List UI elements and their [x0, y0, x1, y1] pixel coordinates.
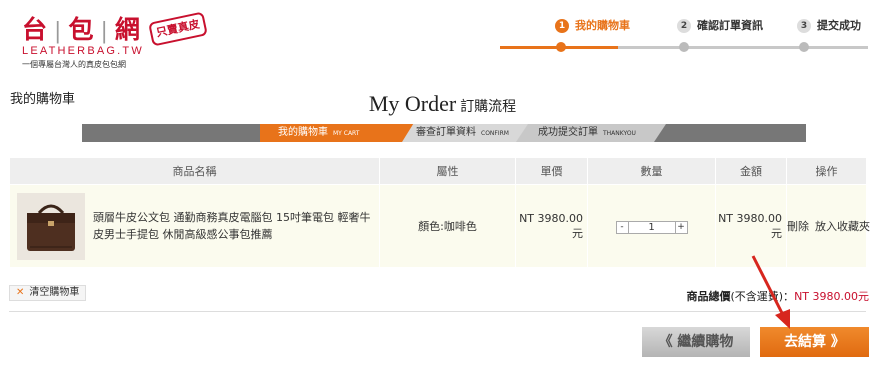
cart-table: 商品名稱 屬性 單價 數量 金額 操作 頭層牛皮公文包 通勤商務真皮電腦包 15… — [9, 157, 870, 268]
qty-decrease-button[interactable]: - — [615, 220, 629, 234]
close-icon: ✕ — [16, 287, 25, 298]
step-submitted: 3 提交成功 — [797, 17, 861, 33]
step-number: 3 — [797, 19, 811, 33]
header-quantity: 數量 — [587, 157, 716, 185]
product-cell: 頭層牛皮公文包 通勤商務真皮電腦包 15吋筆電包 輕奢牛皮男士手提包 休閒高級感… — [9, 184, 380, 268]
total-label: 商品總價 — [686, 290, 731, 303]
delete-link[interactable]: 刪除 — [787, 220, 809, 233]
product-attribute: 顏色:咖啡色 — [379, 184, 516, 268]
step-label: 我的購物車 — [575, 19, 630, 32]
quantity-stepper: - 1 + — [615, 220, 688, 234]
step-number: 2 — [677, 19, 691, 33]
progress-dot — [799, 42, 809, 52]
product-name-link[interactable]: 頭層牛皮公文包 通勤商務真皮電腦包 15吋筆電包 輕奢牛皮男士手提包 休閒高級感… — [93, 209, 373, 243]
divider — [9, 311, 866, 312]
progress-dot — [556, 42, 566, 52]
header-unit-price: 單價 — [515, 157, 588, 185]
order-process-bar: 我的購物車 MY CART 審查訂單資料 CONFIRM 成功提交訂單 THANKYO… — [82, 124, 806, 142]
continue-shopping-button[interactable]: 《 繼續購物 — [642, 327, 750, 357]
header-attribute: 屬性 — [379, 157, 516, 185]
quantity-input[interactable]: 1 — [628, 220, 675, 234]
header-actions: 操作 — [786, 157, 867, 185]
header-amount: 金額 — [715, 157, 787, 185]
progress-track — [618, 46, 868, 49]
order-title-zh: 訂購流程 — [460, 99, 517, 115]
site-logo[interactable]: 台 | 包 | 網 只賣真皮 LEATHERBAG.TW 一個專屬台灣人的真皮包包網 — [22, 10, 212, 69]
add-to-favorites-link[interactable]: 放入收藏夾 — [815, 220, 870, 233]
actions-cell: 刪除 放入收藏夾 — [786, 184, 870, 268]
step-confirm-order: 2 確認訂單資訊 — [677, 17, 763, 33]
total-amount: NT 3980.00元 — [794, 290, 869, 303]
process-step-thankyou: 成功提交訂單 THANKYOU — [516, 124, 666, 142]
logo-stamp: 只賣真皮 — [148, 11, 208, 47]
header-product-name: 商品名稱 — [9, 157, 380, 185]
table-header-row: 商品名稱 屬性 單價 數量 金額 操作 — [9, 157, 867, 185]
logo-title: 台 | 包 | 網 — [22, 15, 142, 44]
step-label: 確認訂單資訊 — [697, 19, 763, 32]
step-my-cart: 1 我的購物車 — [555, 17, 630, 33]
progress-dot — [679, 42, 689, 52]
pointer-arrow-icon — [751, 255, 790, 329]
logo-tagline: 一個專屬台灣人的真皮包包網 — [22, 60, 126, 69]
order-title: My Order 訂購流程 — [0, 91, 885, 117]
step-label: 提交成功 — [817, 19, 861, 32]
order-title-en: My Order — [368, 91, 457, 116]
unit-price: NT 3980.00元 — [515, 184, 588, 268]
quantity-cell: - 1 + — [587, 184, 716, 268]
product-thumbnail[interactable] — [17, 193, 85, 260]
table-row: 頭層牛皮公文包 通勤商務真皮電腦包 15吋筆電包 輕奢牛皮男士手提包 休閒高級感… — [9, 184, 870, 268]
step-number: 1 — [555, 19, 569, 33]
clear-cart-button[interactable]: ✕ 清空購物車 — [9, 285, 87, 301]
qty-increase-button[interactable]: + — [674, 220, 688, 234]
clear-cart-label: 清空購物車 — [29, 287, 80, 298]
logo-domain: LEATHERBAG.TW — [22, 45, 144, 57]
